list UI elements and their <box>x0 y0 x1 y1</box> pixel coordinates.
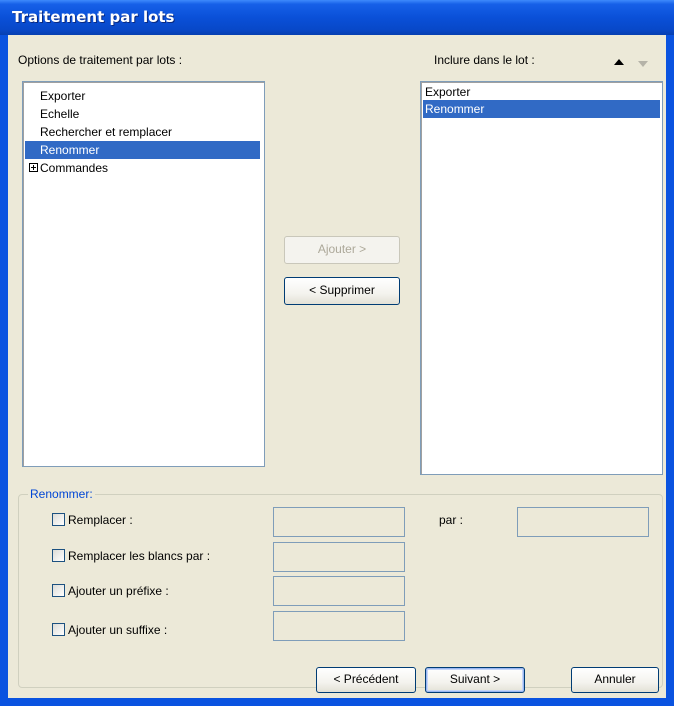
cancel-button[interactable]: Annuler <box>571 667 659 693</box>
replace-blanks-input[interactable] <box>273 542 405 572</box>
replace-with-input[interactable] <box>517 507 649 537</box>
include-label: Inclure dans le lot : <box>434 53 535 67</box>
options-item-echelle[interactable]: Echelle <box>25 105 260 123</box>
options-item-rechercher[interactable]: Rechercher et remplacer <box>25 123 260 141</box>
include-item-renommer[interactable]: Renommer <box>423 100 660 118</box>
replace-blanks-label: Remplacer les blancs par : <box>68 549 211 563</box>
options-item-renommer[interactable]: Renommer <box>25 141 260 159</box>
suffix-label: Ajouter un suffixe : <box>68 623 168 637</box>
prefix-input[interactable] <box>273 576 405 606</box>
options-item-commandes-label: Commandes <box>40 161 109 175</box>
include-listbox[interactable]: Exporter Renommer <box>420 81 663 475</box>
previous-button[interactable]: < Précédent <box>316 667 416 693</box>
remove-button[interactable]: < Supprimer <box>284 277 400 305</box>
options-listbox[interactable]: Exporter Echelle Rechercher et remplacer… <box>22 81 265 467</box>
expand-plus-icon[interactable] <box>29 163 38 172</box>
arrow-up-icon[interactable] <box>614 59 624 65</box>
arrow-down-icon[interactable] <box>638 61 648 67</box>
include-item-exporter[interactable]: Exporter <box>423 83 660 101</box>
suffix-input[interactable] <box>273 611 405 641</box>
replace-with-label: par : <box>439 513 464 527</box>
replace-blanks-checkbox[interactable] <box>52 549 65 562</box>
suffix-checkbox[interactable] <box>52 623 65 636</box>
options-item-commandes[interactable]: Commandes <box>25 159 260 177</box>
prefix-checkbox[interactable] <box>52 584 65 597</box>
replace-input[interactable] <box>273 507 405 537</box>
dialog-body: Options de traitement par lots : Exporte… <box>8 35 666 698</box>
window-title: Traitement par lots <box>12 8 175 26</box>
title-bar[interactable]: Traitement par lots <box>0 0 674 35</box>
options-item-exporter[interactable]: Exporter <box>25 87 260 105</box>
next-button[interactable]: Suivant > <box>425 667 525 693</box>
rename-group-title: Renommer: <box>28 487 95 501</box>
replace-checkbox[interactable] <box>52 513 65 526</box>
prefix-label: Ajouter un préfixe : <box>68 584 169 598</box>
replace-label: Remplacer : <box>68 513 133 527</box>
add-button[interactable]: Ajouter > <box>284 236 400 264</box>
options-label: Options de traitement par lots : <box>18 53 183 67</box>
dialog-window: Traitement par lots Options de traitemen… <box>0 0 674 706</box>
